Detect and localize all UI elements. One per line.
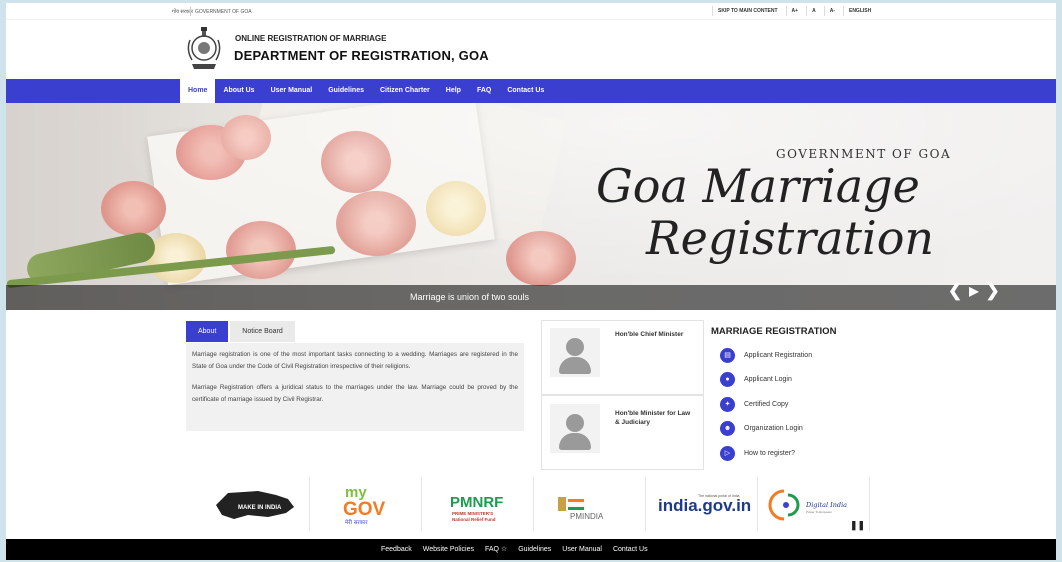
certified-copy-link[interactable]: ✦ Certified Copy [720,392,812,417]
mygov-hindi-text: मेरी सरकार [345,519,368,526]
pause-icon[interactable]: ❚❚ [850,520,865,531]
banner-title-line1: Goa Marriage [596,159,920,213]
about-paragraph: Marriage registration is one of the most… [192,351,518,370]
banner-title-line2: Registration [646,211,935,265]
group-icon: ☻ [720,421,735,437]
top-utility-bar: गोंय सरकार GOVERNMENT OF GOA SKIP TO MAI… [6,3,1056,20]
header-subtitle: ONLINE REGISTRATION OF MARRIAGE [235,34,387,43]
make-in-india-text: MAKE IN INDIA [238,505,282,511]
marriage-registration-list: ▤ Applicant Registration ● Applicant Log… [720,343,812,466]
skip-to-main-link[interactable]: SKIP TO MAIN CONTENT [712,6,783,16]
font-normal-button[interactable]: A [806,6,821,16]
nav-guidelines[interactable]: Guidelines [320,79,372,103]
link-label: Applicant Registration [744,351,813,359]
nav-help[interactable]: Help [438,79,469,103]
india-gov-text: india.gov.in [658,496,751,515]
mygov-logo[interactable]: my GOV मेरी सरकार [310,477,422,531]
nav-citizen-charter[interactable]: Citizen Charter [372,79,438,103]
nav-home[interactable]: Home [180,79,216,103]
main-navbar: Home About Us User Manual Guidelines Cit… [6,79,1056,103]
chevron-right-icon[interactable]: ❯ [985,281,999,301]
law-minister-card[interactable]: Hon'ble Minister for Law & Judiciary [541,395,704,470]
marriage-registration-title: MARRIAGE REGISTRATION [711,326,837,337]
applicant-registration-link[interactable]: ▤ Applicant Registration [720,343,812,368]
tab-notice-board[interactable]: Notice Board [230,321,295,342]
minister-name: Hon'ble Minister for Law & Judiciary [615,410,691,426]
banner-caption: Marriage is union of two souls [410,292,530,302]
banner-caption-bar: Marriage is union of two souls [6,285,1056,310]
pmnrf-sub-text: PRIME MINISTER'S [452,511,493,516]
tab-about[interactable]: About [186,321,229,342]
user-icon: ● [720,372,735,388]
link-label: Organization Login [744,425,803,433]
footer-link-faq[interactable]: FAQ ☆ [485,539,507,560]
nav-faq[interactable]: FAQ [469,79,499,103]
link-label: Applicant Login [744,376,792,384]
page-frame: गोंय सरकार GOVERNMENT OF GOA SKIP TO MAI… [6,3,1056,560]
font-increase-button[interactable]: A+ [785,6,804,16]
digital-india-sub: Power To Empower [806,510,832,514]
minister-name: Hon'ble Chief Minister [615,331,684,338]
avatar [550,404,600,453]
applicant-login-link[interactable]: ● Applicant Login [720,368,812,393]
link-label: How to register? [744,449,795,457]
footer-link-contact-us[interactable]: Contact Us [613,539,648,560]
slider-controls: ❮ ▶ ❯ [948,281,1000,301]
page-title: DEPARTMENT OF REGISTRATION, GOA [234,48,489,63]
about-paragraph: Marriage Registration offers a juridical… [192,384,518,403]
hero-banner: GOVERNMENT OF GOA Goa Marriage Registrat… [6,103,1056,310]
avatar [550,328,600,377]
footer-link-guidelines[interactable]: Guidelines [518,539,551,560]
pmindia-logo[interactable]: PMINDIA [534,477,646,531]
footer-link-website-policies[interactable]: Website Policies [423,539,474,560]
document-icon: ▤ [720,347,735,363]
divider [190,7,191,16]
pmnrf-logo[interactable]: PMNRF PRIME MINISTER'S National Relief F… [422,477,534,531]
pmnrf-text: PMNRF [450,494,503,511]
footer-link-user-manual[interactable]: User Manual [562,539,602,560]
chevron-left-icon[interactable]: ❮ [948,281,962,301]
link-label: Certified Copy [744,400,789,408]
language-selector[interactable]: ENGLISH [842,6,876,16]
partner-logos-strip: MAKE IN INDIA my GOV मेरी सरकार PMNRF PR… [198,477,870,531]
organization-login-link[interactable]: ☻ Organization Login [720,417,812,442]
accessibility-controls: SKIP TO MAIN CONTENT A+ A A- ENGLISH [712,6,876,16]
pmindia-text: PMINDIA [570,512,604,521]
chief-minister-card[interactable]: Hon'ble Chief Minister [541,320,704,395]
how-to-register-link[interactable]: ▷ How to register? [720,441,812,466]
gov-english-link[interactable]: GOVERNMENT OF GOA [195,9,252,15]
nav-contact-us[interactable]: Contact Us [499,79,552,103]
nav-about-us[interactable]: About Us [215,79,262,103]
make-in-india-logo[interactable]: MAKE IN INDIA [198,477,310,531]
about-content: Marriage registration is one of the most… [186,343,524,431]
india-gov-logo[interactable]: The national portal of India india.gov.i… [646,477,758,531]
font-decrease-button[interactable]: A- [823,6,840,16]
play-icon[interactable]: ▶ [969,284,978,301]
digital-india-text: Digital India [805,501,847,509]
video-icon: ▷ [720,445,735,461]
mygov-gov-text: GOV [343,499,386,520]
footer: Feedback Website Policies FAQ ☆ Guidelin… [6,539,1056,560]
footer-link-feedback[interactable]: Feedback [381,539,412,560]
nav-user-manual[interactable]: User Manual [263,79,321,103]
about-tabs: About Notice Board [186,321,295,342]
pmnrf-sub-text: National Relief Fund [452,517,496,522]
goa-emblem-icon [184,26,224,71]
certificate-icon: ✦ [720,396,735,412]
